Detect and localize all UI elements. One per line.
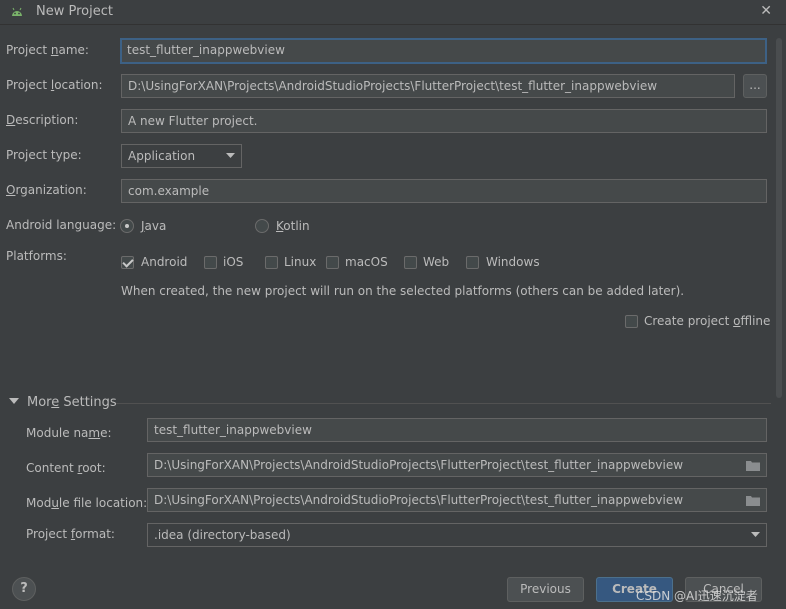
android-language-label: Android language:: [6, 218, 117, 232]
platform-windows-checkbox[interactable]: [466, 256, 479, 269]
module-name-input[interactable]: test_flutter_inappwebview: [147, 418, 767, 442]
organization-input[interactable]: com.example: [121, 179, 767, 203]
create-offline-label: Create project offline: [644, 314, 771, 328]
platform-android-checkbox[interactable]: [121, 256, 134, 269]
project-location-label: Project location:: [6, 78, 103, 92]
title-bar: New Project ✕: [0, 0, 786, 25]
java-radio[interactable]: [120, 219, 134, 233]
chevron-down-icon: [226, 153, 235, 158]
description-label: Description:: [6, 113, 79, 127]
watermark-text: CSDN @AI迅速沉淀者: [636, 589, 758, 603]
platform-linux-label: Linux: [284, 255, 317, 269]
help-button[interactable]: ?: [12, 577, 36, 601]
project-name-label: Project name:: [6, 43, 89, 57]
description-input[interactable]: A new Flutter project.: [121, 109, 767, 133]
module-name-label: Module name:: [26, 426, 112, 440]
content-root-label: Content root:: [26, 461, 106, 475]
module-file-location-label: Module file location:: [26, 496, 148, 510]
platforms-hint: When created, the new project will run o…: [121, 284, 685, 298]
scrollbar[interactable]: [776, 38, 782, 398]
module-file-location-input[interactable]: D:\UsingForXAN\Projects\AndroidStudioPro…: [147, 488, 767, 512]
platform-web-label: Web: [423, 255, 450, 269]
previous-button[interactable]: Previous: [507, 577, 584, 602]
kotlin-radio[interactable]: [255, 219, 269, 233]
project-name-input[interactable]: test_flutter_inappwebview: [120, 38, 767, 64]
java-label: Java: [141, 219, 167, 233]
module-file-location-value: D:\UsingForXAN\Projects\AndroidStudioPro…: [154, 493, 684, 507]
project-location-input[interactable]: D:\UsingForXAN\Projects\AndroidStudioPro…: [121, 74, 735, 98]
platform-web-checkbox[interactable]: [404, 256, 417, 269]
folder-icon[interactable]: [746, 460, 760, 471]
platform-windows-label: Windows: [486, 255, 540, 269]
project-type-value: Application: [128, 149, 196, 163]
content-root-input[interactable]: D:\UsingForXAN\Projects\AndroidStudioPro…: [147, 453, 767, 477]
platforms-label: Platforms:: [6, 249, 67, 263]
platform-android-label: Android: [141, 255, 188, 269]
android-icon: [12, 7, 22, 16]
project-type-select[interactable]: Application: [121, 144, 242, 168]
more-settings-divider: [116, 403, 771, 404]
content-root-value: D:\UsingForXAN\Projects\AndroidStudioPro…: [154, 458, 684, 472]
platform-ios-checkbox[interactable]: [204, 256, 217, 269]
project-format-label: Project format:: [26, 527, 115, 541]
folder-icon[interactable]: [746, 495, 760, 506]
browse-button[interactable]: ...: [743, 74, 767, 98]
close-icon[interactable]: ✕: [760, 3, 772, 19]
create-offline-checkbox[interactable]: [625, 315, 638, 328]
platform-linux-checkbox[interactable]: [265, 256, 278, 269]
more-settings-title[interactable]: More Settings: [27, 395, 117, 410]
kotlin-label: Kotlin: [276, 219, 310, 233]
collapse-triangle-icon[interactable]: [9, 398, 19, 405]
project-format-value: .idea (directory-based): [154, 528, 291, 542]
platform-macos-label: macOS: [345, 255, 388, 269]
window-title: New Project: [36, 4, 113, 19]
organization-label: Organization:: [6, 183, 87, 197]
chevron-down-icon: [751, 532, 760, 537]
project-format-select[interactable]: .idea (directory-based): [147, 523, 767, 547]
platform-ios-label: iOS: [223, 255, 244, 269]
platform-macos-checkbox[interactable]: [326, 256, 339, 269]
project-type-label: Project type:: [6, 148, 82, 162]
